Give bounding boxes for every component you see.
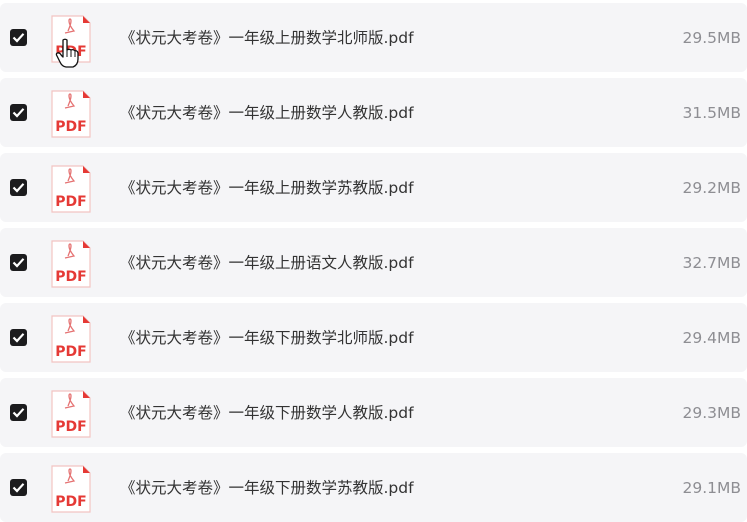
file-size: 29.3MB: [682, 404, 741, 422]
file-name[interactable]: 《状元大考卷》一年级上册数学人教版.pdf: [120, 102, 414, 124]
file-row[interactable]: PDF 《状元大考卷》一年级上册数学苏教版.pdf 29.2MB: [0, 153, 747, 222]
file-row[interactable]: PDF 《状元大考卷》一年级上册数学人教版.pdf 31.5MB: [0, 78, 747, 147]
file-row[interactable]: PDF 《状元大考卷》一年级上册语文人教版.pdf 32.7MB: [0, 228, 747, 297]
pdf-file-icon: PDF: [50, 390, 92, 438]
file-name[interactable]: 《状元大考卷》一年级下册数学苏教版.pdf: [120, 477, 414, 499]
checkbox-checked-icon[interactable]: [10, 329, 27, 346]
pdf-icon-label: PDF: [55, 194, 86, 210]
pdf-file-icon: PDF: [50, 165, 92, 213]
file-size: 29.2MB: [682, 179, 741, 197]
file-name[interactable]: 《状元大考卷》一年级上册数学苏教版.pdf: [120, 177, 414, 199]
checkbox-checked-icon[interactable]: [10, 179, 27, 196]
pdf-file-icon: PDF: [50, 90, 92, 138]
checkbox-checked-icon[interactable]: [10, 404, 27, 421]
file-row[interactable]: PDF 《状元大考卷》一年级上册数学北师版.pdf 29.5MB: [0, 3, 747, 72]
pdf-file-icon: PDF: [50, 465, 92, 513]
file-name[interactable]: 《状元大考卷》一年级上册数学北师版.pdf: [120, 27, 414, 49]
checkbox-checked-icon[interactable]: [10, 254, 27, 271]
checkbox-checked-icon[interactable]: [10, 29, 27, 46]
file-list: PDF 《状元大考卷》一年级上册数学北师版.pdf 29.5MB PDF 《状元…: [0, 0, 747, 522]
checkbox-checked-icon[interactable]: [10, 479, 27, 496]
file-row[interactable]: PDF 《状元大考卷》一年级下册数学人教版.pdf 29.3MB: [0, 378, 747, 447]
file-name[interactable]: 《状元大考卷》一年级下册数学北师版.pdf: [120, 327, 414, 349]
file-size: 29.5MB: [682, 29, 741, 47]
file-name[interactable]: 《状元大考卷》一年级上册语文人教版.pdf: [120, 252, 414, 274]
pdf-icon-label: PDF: [55, 119, 86, 135]
pdf-file-icon: PDF: [50, 315, 92, 363]
pdf-icon-label: PDF: [55, 269, 86, 285]
checkbox-checked-icon[interactable]: [10, 104, 27, 121]
pdf-icon-label: PDF: [55, 419, 86, 435]
file-row[interactable]: PDF 《状元大考卷》一年级下册数学北师版.pdf 29.4MB: [0, 303, 747, 372]
file-size: 32.7MB: [682, 254, 741, 272]
pdf-file-icon: PDF: [50, 240, 92, 288]
file-size: 29.4MB: [682, 329, 741, 347]
pdf-icon-label: PDF: [55, 494, 86, 510]
pdf-icon-label: PDF: [55, 344, 86, 360]
hand-pointer-cursor-icon: [55, 38, 79, 68]
file-size: 31.5MB: [682, 104, 741, 122]
file-name[interactable]: 《状元大考卷》一年级下册数学人教版.pdf: [120, 402, 414, 424]
file-size: 29.1MB: [682, 479, 741, 497]
